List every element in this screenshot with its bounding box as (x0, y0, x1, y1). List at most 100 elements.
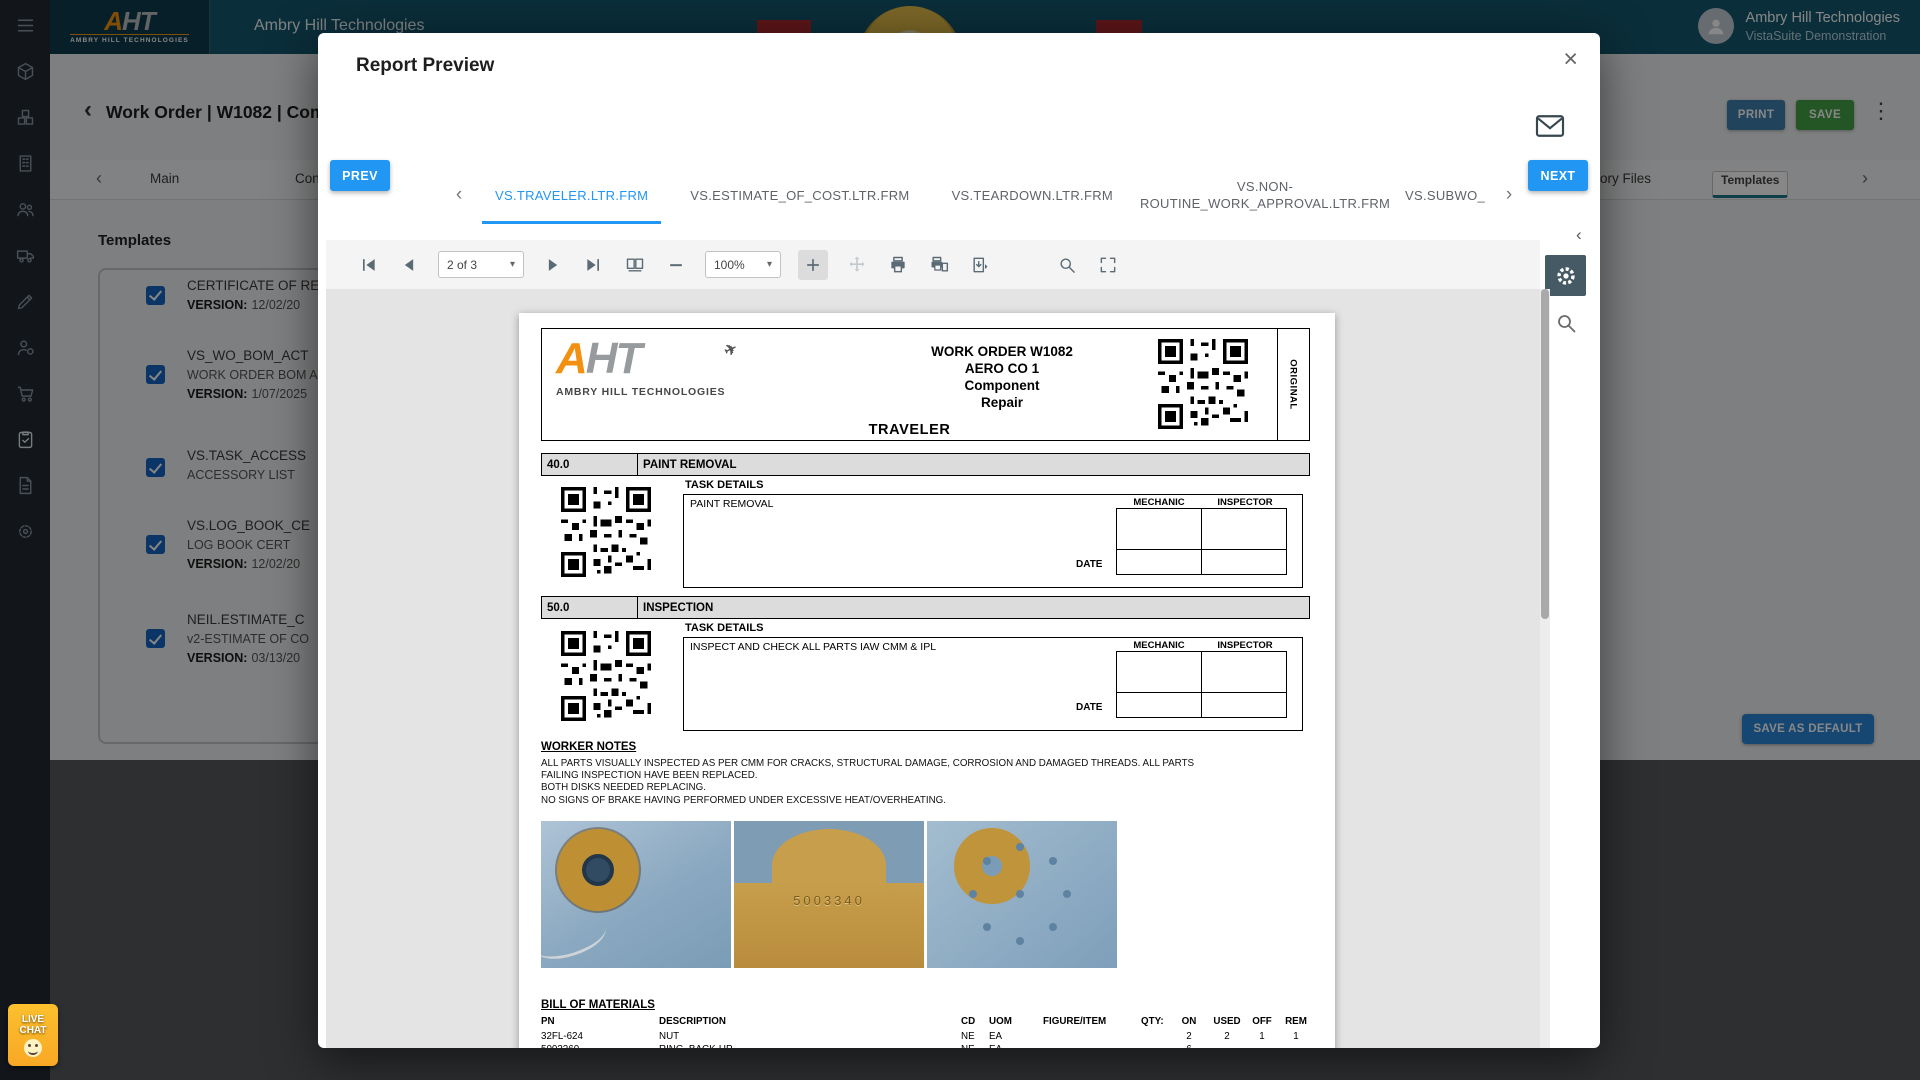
worker-note-line: NO SIGNS OF BRAKE HAVING PERFORMED UNDER… (541, 795, 1194, 807)
section-title: INSPECTION (637, 597, 1309, 618)
magnifier-icon[interactable] (1554, 311, 1578, 335)
report-logo-a: A (556, 334, 586, 383)
zoom-level: 100% (714, 258, 745, 272)
task-details-box: INSPECT AND CHECK ALL PARTS IAW CMM & IP… (683, 637, 1303, 731)
collapse-panel-icon[interactable]: ‹ (1576, 225, 1582, 245)
plane-icon: ✈ (716, 329, 744, 373)
bom-description: RING, BACK-UP (659, 1044, 733, 1048)
prev-report-button[interactable]: PREV (330, 160, 390, 191)
report-preview-modal: Report Preview × PREV NEXT ‹ VS.TRAVELER… (318, 33, 1600, 1048)
bom-qty-rem: 1 (1281, 1031, 1311, 1042)
section-header: 40.0 PAINT REMOVAL (541, 453, 1310, 476)
previous-page-icon[interactable] (397, 253, 421, 277)
work-order-number: WORK ORDER W1082 (872, 343, 1132, 360)
preview-area: AHT✈ AMBRY HILL TECHNOLOGIES WORK ORDER … (326, 289, 1540, 1048)
work-order-block: WORK ORDER W1082 AERO CO 1 Component Rep… (872, 343, 1132, 411)
bom-qty-on: 6 (1175, 1044, 1203, 1048)
report-logo: AHT✈ AMBRY HILL TECHNOLOGIES (556, 337, 725, 398)
worker-note-line: ALL PARTS VISUALLY INSPECTED AS PER CMM … (541, 758, 1194, 770)
bom-col-uom: UOM (989, 1016, 1012, 1027)
bom-uom: EA (989, 1044, 1002, 1048)
bom-description: NUT (659, 1031, 679, 1042)
inspector-label: INSPECTOR (1202, 640, 1288, 651)
zoom-selector[interactable]: 100%▾ (705, 251, 781, 278)
bom-col-description: DESCRIPTION (659, 1016, 726, 1027)
zoom-out-icon[interactable] (664, 253, 688, 277)
date-label: DATE (1076, 702, 1102, 713)
export-icon[interactable] (968, 253, 992, 277)
bom-col-figure-item: FIGURE/ITEM (1043, 1016, 1106, 1027)
worker-notes-title: WORKER NOTES (541, 741, 636, 753)
viewer-toolbar: 2 of 3 ▾ 100%▾ (326, 240, 1540, 289)
bill-of-materials-title: BILL OF MATERIALS (541, 999, 655, 1011)
bom-col-cd: CD (961, 1016, 975, 1027)
viewer-settings-icon[interactable] (1545, 255, 1586, 296)
bom-pn: 32FL-624 (541, 1031, 583, 1042)
bom-cd: NE (961, 1031, 975, 1042)
report-tab-subwo[interactable]: VS.SUBWO_ (1396, 166, 1494, 224)
caret-down-icon: ▾ (510, 259, 515, 270)
task-details-label: TASK DETAILS (685, 622, 763, 634)
inspector-date-cell (1201, 549, 1287, 575)
section-title: PAINT REMOVAL (637, 454, 1309, 475)
photo-part-stamp: 5003340 (734, 821, 924, 968)
modal-title: Report Preview (356, 55, 494, 77)
search-document-icon[interactable] (1055, 253, 1079, 277)
next-page-icon[interactable] (541, 253, 565, 277)
bom-row: 32FL-624 NUT NE EA 2 2 1 1 (541, 1031, 1310, 1044)
qr-code (1158, 339, 1248, 429)
qr-code (561, 487, 651, 577)
print-current-page-icon[interactable] (927, 253, 951, 277)
task-details-box: PAINT REMOVAL MECHANIC INSPECTOR DATE (683, 494, 1303, 588)
report-tabs-right-icon[interactable]: › (1494, 184, 1524, 206)
scrollbar-thumb[interactable] (1541, 289, 1549, 619)
bom-col-off: OFF (1247, 1016, 1277, 1027)
bom-cd: NE (961, 1044, 975, 1048)
inspector-sign-cell (1201, 508, 1287, 550)
job-type: Component (872, 377, 1132, 394)
section-number: 50.0 (542, 597, 637, 618)
pan-icon[interactable] (845, 253, 869, 277)
email-report-icon[interactable] (1534, 113, 1566, 144)
report-tab-teardown[interactable]: VS.TEARDOWN.LTR.FRM (931, 166, 1134, 224)
report-page: AHT✈ AMBRY HILL TECHNOLOGIES WORK ORDER … (519, 313, 1335, 1048)
page-selector[interactable]: 2 of 3 ▾ (438, 251, 524, 278)
signoff-grid: MECHANIC INSPECTOR DATE (1116, 640, 1288, 718)
part-number-stamp: 5003340 (734, 893, 924, 908)
live-chat-label-line1: LIVE (22, 1014, 44, 1025)
worker-notes: ALL PARTS VISUALLY INSPECTED AS PER CMM … (541, 758, 1194, 807)
report-tab-estimate-of-cost[interactable]: VS.ESTIMATE_OF_COST.LTR.FRM (669, 166, 930, 224)
live-chat-face-icon (24, 1039, 42, 1057)
bom-pn: 5003260 (541, 1044, 579, 1048)
job-action: Repair (872, 394, 1132, 411)
multi-page-view-icon[interactable] (623, 253, 647, 277)
customer-name: AERO CO 1 (872, 360, 1132, 377)
section-header: 50.0 INSPECTION (541, 596, 1310, 619)
first-page-icon[interactable] (356, 253, 380, 277)
mechanic-label: MECHANIC (1116, 640, 1202, 651)
preview-scrollbar[interactable] (1540, 289, 1550, 1048)
zoom-in-icon[interactable] (798, 250, 828, 280)
page-indicator: 2 of 3 (447, 258, 477, 272)
fullscreen-icon[interactable] (1096, 253, 1120, 277)
close-icon[interactable]: × (1563, 45, 1578, 74)
report-tab-traveler[interactable]: VS.TRAVELER.LTR.FRM (474, 166, 669, 224)
next-report-button[interactable]: NEXT (1528, 160, 1588, 191)
signoff-grid: MECHANIC INSPECTOR DATE (1116, 497, 1288, 575)
mechanic-label: MECHANIC (1116, 497, 1202, 508)
mechanic-sign-cell (1116, 508, 1202, 550)
live-chat-button[interactable]: LIVE CHAT (8, 1004, 58, 1066)
print-icon[interactable] (886, 253, 910, 277)
copy-type-label: ORIGINAL (1288, 359, 1299, 409)
inspector-date-cell (1201, 692, 1287, 718)
bom-uom: EA (989, 1031, 1002, 1042)
report-tab-non-routine-work-approval[interactable]: VS.NON-ROUTINE_WORK_APPROVAL.LTR.FRM (1134, 166, 1396, 224)
last-page-icon[interactable] (582, 253, 606, 277)
copy-type-cell: ORIGINAL (1277, 329, 1309, 440)
bom-col-qty: QTY: (1141, 1016, 1164, 1027)
report-tabs-left-icon[interactable]: ‹ (444, 184, 474, 206)
bom-header-row: PN DESCRIPTION CD UOM FIGURE/ITEM QTY: O… (541, 1016, 1310, 1029)
section-number: 40.0 (542, 454, 637, 475)
report-logo-ht: HT (586, 334, 641, 383)
report-header-box: AHT✈ AMBRY HILL TECHNOLOGIES WORK ORDER … (541, 328, 1310, 441)
